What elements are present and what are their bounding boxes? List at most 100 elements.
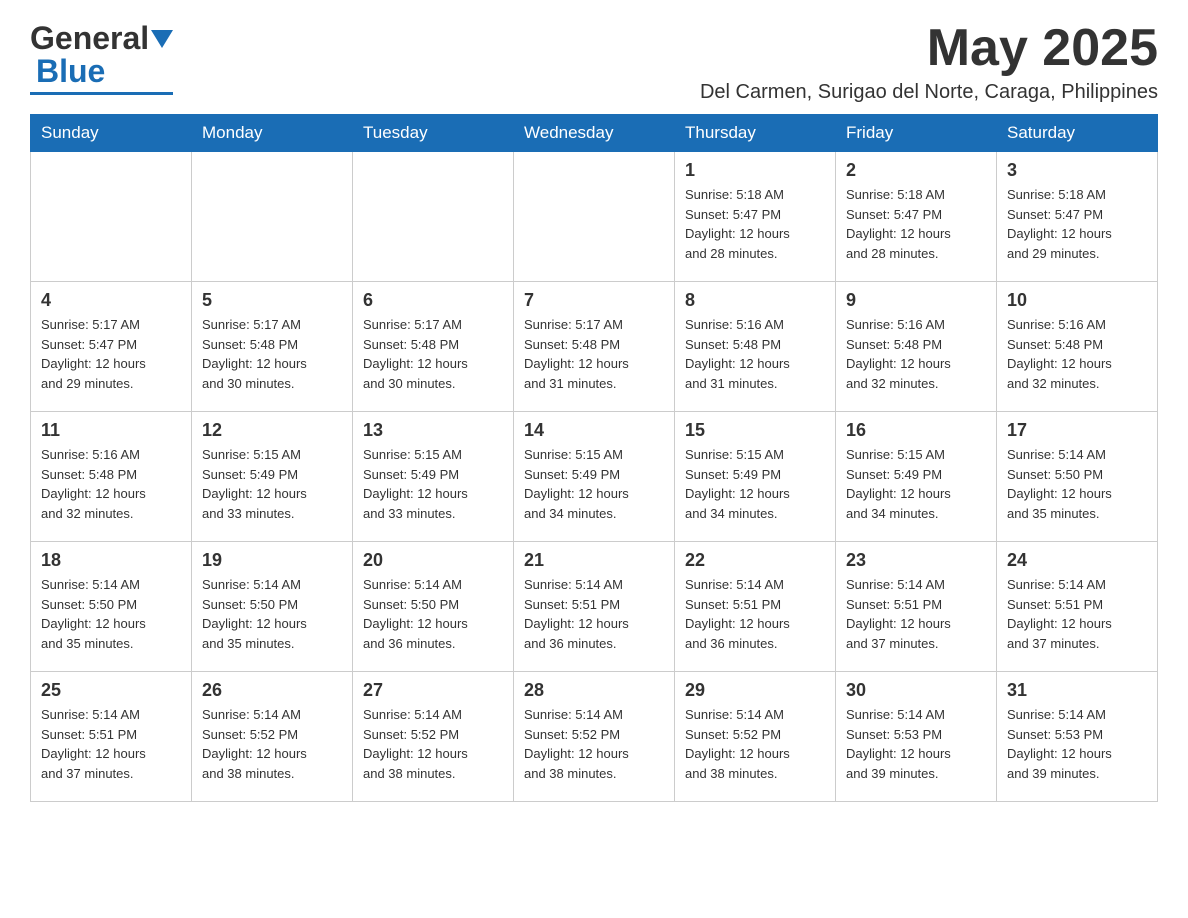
- day-info: Sunrise: 5:18 AMSunset: 5:47 PMDaylight:…: [685, 185, 825, 263]
- calendar-week-row: 25 Sunrise: 5:14 AMSunset: 5:51 PMDayligh…: [31, 672, 1158, 802]
- calendar-cell: 25 Sunrise: 5:14 AMSunset: 5:51 PMDayligh…: [31, 672, 192, 802]
- calendar-cell: [31, 152, 192, 282]
- day-info: Sunrise: 5:14 AMSunset: 5:51 PMDaylight:…: [846, 575, 986, 653]
- calendar-cell: 16 Sunrise: 5:15 AMSunset: 5:49 PMDayligh…: [836, 412, 997, 542]
- calendar-cell: [192, 152, 353, 282]
- day-number: 30: [846, 680, 986, 701]
- calendar-cell: 3 Sunrise: 5:18 AMSunset: 5:47 PMDaylight…: [997, 152, 1158, 282]
- day-number: 17: [1007, 420, 1147, 441]
- calendar-day-header: Monday: [192, 115, 353, 152]
- day-number: 11: [41, 420, 181, 441]
- day-info: Sunrise: 5:16 AMSunset: 5:48 PMDaylight:…: [846, 315, 986, 393]
- calendar-day-header: Friday: [836, 115, 997, 152]
- day-number: 16: [846, 420, 986, 441]
- calendar-body: 1 Sunrise: 5:18 AMSunset: 5:47 PMDaylight…: [31, 152, 1158, 802]
- logo-triangle-icon: [151, 30, 173, 52]
- day-number: 20: [363, 550, 503, 571]
- day-number: 1: [685, 160, 825, 181]
- day-number: 19: [202, 550, 342, 571]
- main-title: May 2025: [700, 20, 1158, 77]
- calendar-table: SundayMondayTuesdayWednesdayThursdayFrid…: [30, 114, 1158, 802]
- day-info: Sunrise: 5:18 AMSunset: 5:47 PMDaylight:…: [1007, 185, 1147, 263]
- day-info: Sunrise: 5:14 AMSunset: 5:52 PMDaylight:…: [363, 705, 503, 783]
- page-header: General Blue May 2025 Del Carmen, Suriga…: [30, 20, 1158, 104]
- calendar-cell: 1 Sunrise: 5:18 AMSunset: 5:47 PMDaylight…: [675, 152, 836, 282]
- day-info: Sunrise: 5:15 AMSunset: 5:49 PMDaylight:…: [524, 445, 664, 523]
- day-info: Sunrise: 5:14 AMSunset: 5:51 PMDaylight:…: [41, 705, 181, 783]
- day-info: Sunrise: 5:15 AMSunset: 5:49 PMDaylight:…: [685, 445, 825, 523]
- day-number: 2: [846, 160, 986, 181]
- logo-blue-text: Blue: [36, 53, 105, 90]
- calendar-cell: 9Sunrise: 5:16 AMSunset: 5:48 PMDaylight…: [836, 282, 997, 412]
- calendar-day-header: Sunday: [31, 115, 192, 152]
- day-info: Sunrise: 5:17 AMSunset: 5:48 PMDaylight:…: [202, 315, 342, 393]
- day-info: Sunrise: 5:14 AMSunset: 5:50 PMDaylight:…: [363, 575, 503, 653]
- calendar-cell: 5 Sunrise: 5:17 AMSunset: 5:48 PMDaylight…: [192, 282, 353, 412]
- day-info: Sunrise: 5:14 AMSunset: 5:51 PMDaylight:…: [524, 575, 664, 653]
- day-number: 29: [685, 680, 825, 701]
- calendar-cell: 6Sunrise: 5:17 AMSunset: 5:48 PMDaylight…: [353, 282, 514, 412]
- day-info: Sunrise: 5:14 AMSunset: 5:53 PMDaylight:…: [1007, 705, 1147, 783]
- day-info: Sunrise: 5:17 AMSunset: 5:48 PMDaylight:…: [524, 315, 664, 393]
- calendar-cell: 15Sunrise: 5:15 AMSunset: 5:49 PMDayligh…: [675, 412, 836, 542]
- calendar-cell: 10Sunrise: 5:16 AMSunset: 5:48 PMDayligh…: [997, 282, 1158, 412]
- day-info: Sunrise: 5:18 AMSunset: 5:47 PMDaylight:…: [846, 185, 986, 263]
- calendar-day-header: Saturday: [997, 115, 1158, 152]
- day-number: 27: [363, 680, 503, 701]
- day-info: Sunrise: 5:15 AMSunset: 5:49 PMDaylight:…: [363, 445, 503, 523]
- day-number: 7: [524, 290, 664, 311]
- day-number: 22: [685, 550, 825, 571]
- calendar-cell: 8 Sunrise: 5:16 AMSunset: 5:48 PMDaylight…: [675, 282, 836, 412]
- day-info: Sunrise: 5:14 AMSunset: 5:50 PMDaylight:…: [41, 575, 181, 653]
- logo: General Blue: [30, 20, 173, 95]
- calendar-cell: 27 Sunrise: 5:14 AMSunset: 5:52 PMDayligh…: [353, 672, 514, 802]
- day-number: 4: [41, 290, 181, 311]
- logo-general-text: General: [30, 20, 149, 57]
- day-number: 31: [1007, 680, 1147, 701]
- calendar-cell: 14 Sunrise: 5:15 AMSunset: 5:49 PMDayligh…: [514, 412, 675, 542]
- calendar-cell: [353, 152, 514, 282]
- day-info: Sunrise: 5:15 AMSunset: 5:49 PMDaylight:…: [846, 445, 986, 523]
- calendar-header: SundayMondayTuesdayWednesdayThursdayFrid…: [31, 115, 1158, 152]
- subtitle: Del Carmen, Surigao del Norte, Caraga, P…: [700, 81, 1158, 104]
- calendar-cell: [514, 152, 675, 282]
- day-info: Sunrise: 5:17 AMSunset: 5:47 PMDaylight:…: [41, 315, 181, 393]
- calendar-cell: 19 Sunrise: 5:14 AMSunset: 5:50 PMDayligh…: [192, 542, 353, 672]
- day-info: Sunrise: 5:14 AMSunset: 5:52 PMDaylight:…: [685, 705, 825, 783]
- day-number: 25: [41, 680, 181, 701]
- calendar-week-row: 18Sunrise: 5:14 AMSunset: 5:50 PMDayligh…: [31, 542, 1158, 672]
- day-info: Sunrise: 5:14 AMSunset: 5:50 PMDaylight:…: [202, 575, 342, 653]
- calendar-cell: 22 Sunrise: 5:14 AMSunset: 5:51 PMDayligh…: [675, 542, 836, 672]
- day-info: Sunrise: 5:15 AMSunset: 5:49 PMDaylight:…: [202, 445, 342, 523]
- day-info: Sunrise: 5:14 AMSunset: 5:52 PMDaylight:…: [524, 705, 664, 783]
- day-info: Sunrise: 5:14 AMSunset: 5:53 PMDaylight:…: [846, 705, 986, 783]
- day-number: 3: [1007, 160, 1147, 181]
- calendar-cell: 17 Sunrise: 5:14 AMSunset: 5:50 PMDayligh…: [997, 412, 1158, 542]
- calendar-cell: 2 Sunrise: 5:18 AMSunset: 5:47 PMDaylight…: [836, 152, 997, 282]
- day-info: Sunrise: 5:14 AMSunset: 5:51 PMDaylight:…: [1007, 575, 1147, 653]
- calendar-day-header: Thursday: [675, 115, 836, 152]
- calendar-cell: 23 Sunrise: 5:14 AMSunset: 5:51 PMDayligh…: [836, 542, 997, 672]
- day-info: Sunrise: 5:16 AMSunset: 5:48 PMDaylight:…: [685, 315, 825, 393]
- calendar-week-row: 1 Sunrise: 5:18 AMSunset: 5:47 PMDaylight…: [31, 152, 1158, 282]
- calendar-cell: 30 Sunrise: 5:14 AMSunset: 5:53 PMDayligh…: [836, 672, 997, 802]
- day-info: Sunrise: 5:14 AMSunset: 5:51 PMDaylight:…: [685, 575, 825, 653]
- calendar-cell: 4 Sunrise: 5:17 AMSunset: 5:47 PMDaylight…: [31, 282, 192, 412]
- day-number: 14: [524, 420, 664, 441]
- calendar-cell: 26 Sunrise: 5:14 AMSunset: 5:52 PMDayligh…: [192, 672, 353, 802]
- calendar-cell: 20 Sunrise: 5:14 AMSunset: 5:50 PMDayligh…: [353, 542, 514, 672]
- day-number: 23: [846, 550, 986, 571]
- calendar-cell: 13Sunrise: 5:15 AMSunset: 5:49 PMDayligh…: [353, 412, 514, 542]
- day-number: 8: [685, 290, 825, 311]
- calendar-header-row: SundayMondayTuesdayWednesdayThursdayFrid…: [31, 115, 1158, 152]
- day-number: 28: [524, 680, 664, 701]
- calendar-week-row: 4 Sunrise: 5:17 AMSunset: 5:47 PMDaylight…: [31, 282, 1158, 412]
- day-number: 26: [202, 680, 342, 701]
- day-info: Sunrise: 5:14 AMSunset: 5:52 PMDaylight:…: [202, 705, 342, 783]
- day-number: 21: [524, 550, 664, 571]
- day-number: 10: [1007, 290, 1147, 311]
- day-number: 5: [202, 290, 342, 311]
- calendar-cell: 31 Sunrise: 5:14 AMSunset: 5:53 PMDayligh…: [997, 672, 1158, 802]
- calendar-cell: 18Sunrise: 5:14 AMSunset: 5:50 PMDayligh…: [31, 542, 192, 672]
- day-info: Sunrise: 5:14 AMSunset: 5:50 PMDaylight:…: [1007, 445, 1147, 523]
